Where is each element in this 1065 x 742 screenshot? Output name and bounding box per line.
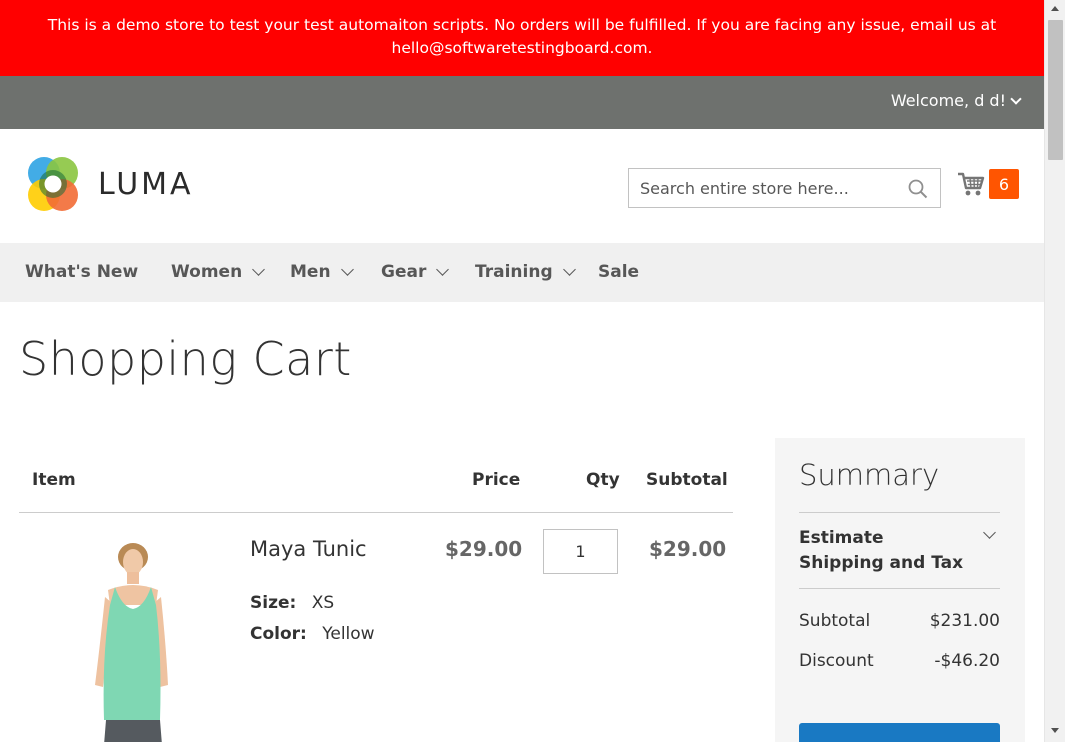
summary-divider <box>799 512 1000 513</box>
summary-row-label: Subtotal <box>799 611 871 631</box>
nav-item-label: What's New <box>25 262 139 282</box>
nav-item-gear[interactable]: Gear <box>381 262 450 282</box>
column-header-subtotal: Subtotal <box>646 470 728 490</box>
summary-title: Summary <box>799 458 940 492</box>
page: This is a demo store to test your test a… <box>0 0 1044 742</box>
nav-item-label: Training <box>475 262 553 282</box>
scroll-up-arrow-icon[interactable] <box>1051 6 1059 11</box>
scroll-down-arrow-icon[interactable] <box>1051 728 1059 733</box>
search-icon[interactable] <box>908 179 928 203</box>
main-navigation: What's New Women Men Gear Training Sale <box>0 243 1044 302</box>
chevron-down-icon <box>340 263 354 276</box>
product-image[interactable] <box>60 535 190 742</box>
search-input[interactable] <box>629 169 899 207</box>
nav-item-training[interactable]: Training <box>475 262 576 282</box>
page-title: Shopping Cart <box>19 332 352 386</box>
summary-subtotal-row: Subtotal $231.00 <box>799 611 1000 631</box>
nav-item-label: Sale <box>598 262 640 282</box>
customer-menu-toggle[interactable]: Welcome, d d! <box>890 91 1022 110</box>
item-subtotal: $29.00 <box>649 537 727 561</box>
summary-discount-row: Discount -$46.20 <box>799 651 1000 671</box>
logo-text: LUMA <box>98 167 194 202</box>
option-label: Color: <box>250 624 307 644</box>
chevron-down-icon <box>983 526 996 539</box>
chevron-down-icon <box>562 263 576 276</box>
option-label: Size: <box>250 593 297 613</box>
nav-item-label: Men <box>290 262 331 282</box>
column-header-qty: Qty <box>586 470 620 490</box>
shopping-cart-icon <box>958 172 985 196</box>
nav-item-whats-new[interactable]: What's New <box>25 262 138 282</box>
summary-row-value: $231.00 <box>929 611 1000 631</box>
nav-item-sale[interactable]: Sale <box>598 262 639 282</box>
table-divider <box>19 512 733 513</box>
product-name-link[interactable]: Maya Tunic <box>250 537 367 561</box>
demo-notice-text: This is a demo store to test your test a… <box>47 16 997 57</box>
welcome-message: Welcome, d d! <box>890 91 1006 110</box>
panel-header: Welcome, d d! <box>0 76 1044 129</box>
nav-item-women[interactable]: Women <box>171 262 266 282</box>
nav-item-men[interactable]: Men <box>290 262 354 282</box>
option-value: XS <box>311 593 335 613</box>
column-header-item: Item <box>32 470 76 490</box>
scrollbar-thumb[interactable] <box>1048 20 1063 160</box>
demo-notice-banner: This is a demo store to test your test a… <box>0 0 1044 76</box>
minicart-button[interactable]: 6 <box>957 169 1019 199</box>
summary-divider <box>799 588 1000 589</box>
nav-item-label: Gear <box>381 262 427 282</box>
page-scrollbar[interactable] <box>1044 0 1065 742</box>
nav-item-label: Women <box>171 262 243 282</box>
product-option-size: Size: XS <box>250 593 334 613</box>
chevron-down-icon <box>252 263 266 276</box>
option-value: Yellow <box>322 624 375 644</box>
estimate-shipping-toggle[interactable]: Estimate Shipping and Tax <box>799 526 1000 576</box>
column-header-price: Price <box>472 470 521 490</box>
estimate-shipping-label: Estimate Shipping and Tax <box>799 528 964 573</box>
cart-count-badge: 6 <box>989 169 1019 199</box>
qty-input[interactable] <box>543 529 618 574</box>
store-logo[interactable]: LUMA <box>26 157 194 212</box>
chevron-down-icon <box>436 263 450 276</box>
product-option-color: Color: Yellow <box>250 624 375 644</box>
cart-summary: Summary Estimate Shipping and Tax Subtot… <box>775 438 1025 742</box>
site-header: LUMA 6 <box>0 129 1044 243</box>
luma-logo-icon <box>28 157 78 211</box>
search-box <box>628 168 941 208</box>
summary-row-label: Discount <box>799 651 874 671</box>
chevron-down-icon <box>1010 92 1022 105</box>
checkout-button[interactable] <box>799 723 1000 742</box>
summary-row-value: -$46.20 <box>934 651 1000 671</box>
item-price: $29.00 <box>445 537 523 561</box>
